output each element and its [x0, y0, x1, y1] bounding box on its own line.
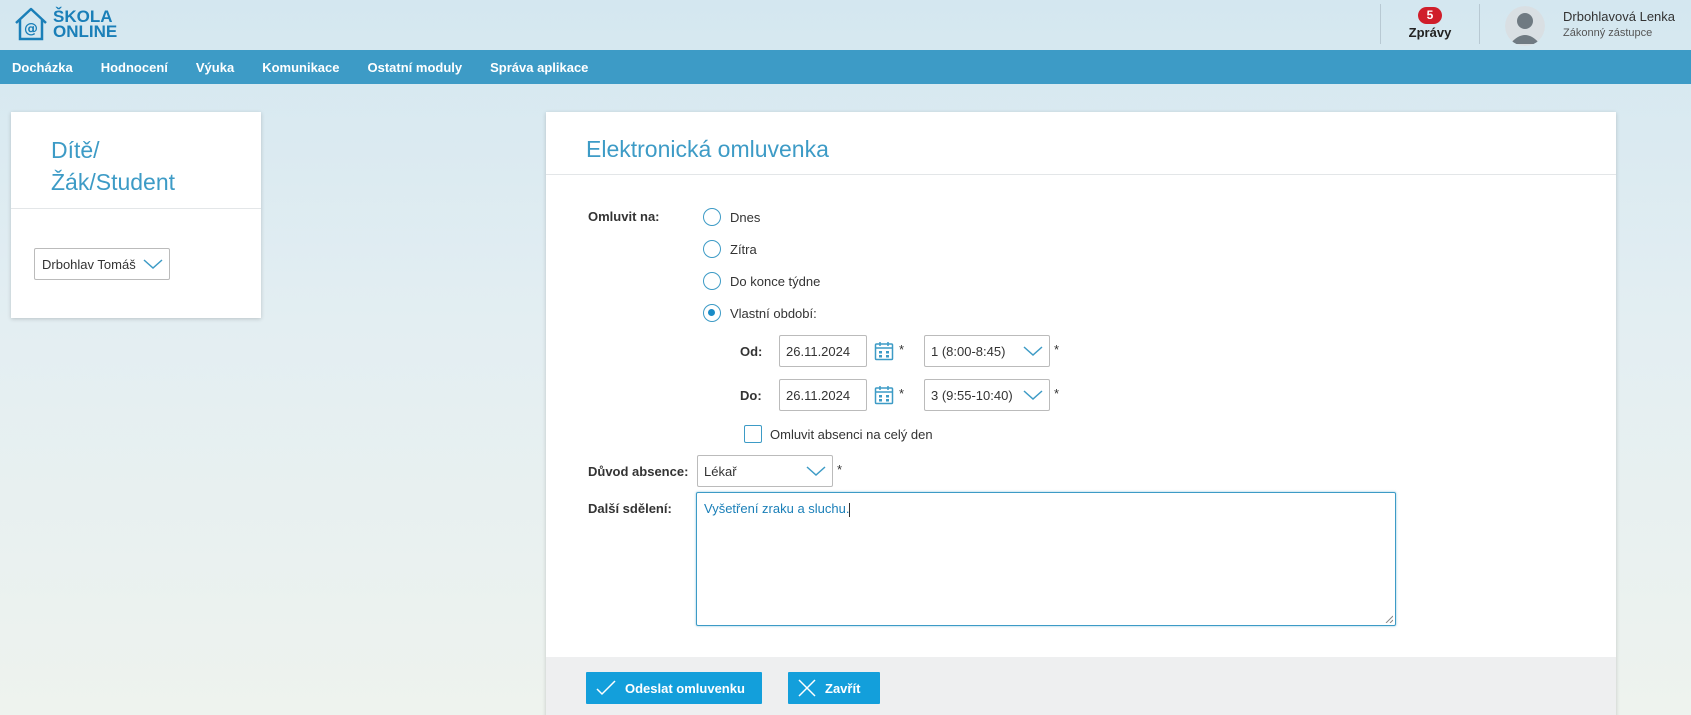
messages-count-badge: 5 — [1418, 7, 1442, 24]
radio-end-of-week[interactable]: Do konce týdne — [703, 272, 820, 290]
reason-label: Důvod absence: — [588, 464, 689, 479]
close-label: Zavřít — [825, 680, 861, 696]
nav-item-vyuka[interactable]: Výuka — [196, 60, 234, 75]
whole-day-label[interactable]: Omluvit absenci na celý den — [770, 427, 933, 442]
form-title: Elektronická omluvenka — [546, 112, 1616, 175]
chevron-down-icon — [1023, 346, 1043, 357]
to-date-value: 26.11.2024 — [786, 387, 851, 403]
child-select[interactable]: Drbohlav Tomáš — [34, 248, 170, 280]
messages-button[interactable]: 5 Zprávy — [1382, 6, 1478, 40]
from-date-value: 26.11.2024 — [786, 343, 851, 359]
checkmark-icon — [596, 680, 616, 696]
from-label: Od: — [740, 344, 763, 359]
radio-today[interactable]: Dnes — [703, 208, 760, 226]
form-footer: Odeslat omluvenku Zavřít — [546, 657, 1616, 715]
chevron-down-icon — [143, 259, 163, 270]
logo-line2: ONLINE — [53, 22, 118, 41]
from-date-input[interactable]: 26.11.2024 — [779, 335, 867, 367]
required-mark: * — [1054, 386, 1060, 401]
radio-end-of-week-circle[interactable] — [703, 272, 721, 290]
radio-custom-period[interactable]: Vlastní období: — [703, 304, 817, 322]
radio-custom-period-circle[interactable] — [703, 304, 721, 322]
from-lesson-value: 1 (8:00-8:45) — [931, 343, 1006, 359]
excuse-form-panel: Elektronická omluvenka Omluvit na: Dnes … — [546, 112, 1616, 715]
to-label: Do: — [740, 388, 762, 403]
app-header: @ ŠKOLA ONLINE 5 Zprávy Drbohlavová Lenk… — [0, 0, 1691, 50]
nav-item-dochazka[interactable]: Docházka — [12, 60, 73, 75]
required-mark: * — [899, 342, 905, 357]
child-panel-title: Dítě/ Žák/Student — [11, 112, 261, 209]
house-at-icon: @ — [15, 7, 47, 41]
close-icon — [798, 679, 816, 697]
required-mark: * — [837, 462, 843, 477]
child-selector-panel: Dítě/ Žák/Student Drbohlav Tomáš — [11, 112, 261, 318]
required-mark: * — [899, 386, 905, 401]
nav-item-sprava-aplikace[interactable]: Správa aplikace — [490, 60, 588, 75]
from-lesson-select[interactable]: 1 (8:00-8:45) — [924, 335, 1050, 367]
child-select-value: Drbohlav Tomáš — [42, 256, 136, 272]
radio-tomorrow[interactable]: Zítra — [703, 240, 757, 258]
text-cursor — [849, 502, 851, 517]
svg-text:@: @ — [24, 21, 38, 37]
reason-value: Lékař — [704, 463, 737, 479]
skola-online-logo[interactable]: @ ŠKOLA ONLINE — [13, 6, 117, 42]
submit-excuse-label: Odeslat omluvenku — [625, 680, 745, 696]
nav-item-ostatni-moduly[interactable]: Ostatní moduly — [368, 60, 463, 75]
main-navigation: Docházka Hodnocení Výuka Komunikace Osta… — [0, 50, 1691, 84]
messages-label: Zprávy — [1408, 25, 1452, 40]
whole-day-checkbox[interactable] — [744, 425, 762, 443]
radio-today-circle[interactable] — [703, 208, 721, 226]
to-lesson-select[interactable]: 3 (9:55-10:40) — [924, 379, 1050, 411]
reason-select[interactable]: Lékař — [697, 455, 833, 487]
chevron-down-icon — [806, 466, 826, 477]
to-lesson-value: 3 (9:55-10:40) — [931, 387, 1013, 403]
logo-text: ŠKOLA ONLINE — [53, 8, 118, 41]
note-textarea[interactable]: Vyšetření zraku a sluchu. — [696, 492, 1396, 626]
calendar-icon[interactable] — [874, 341, 894, 361]
resize-handle-icon[interactable] — [1385, 615, 1393, 623]
submit-excuse-button[interactable]: Odeslat omluvenku — [586, 672, 762, 704]
required-mark: * — [1054, 342, 1060, 357]
to-date-input[interactable]: 26.11.2024 — [779, 379, 867, 411]
user-name: Drbohlavová Lenka — [1563, 9, 1676, 24]
radio-tomorrow-label: Zítra — [730, 241, 757, 257]
excuse-for-label: Omluvit na: — [588, 209, 660, 224]
radio-custom-period-label: Vlastní období: — [730, 305, 817, 321]
chevron-down-icon — [1023, 390, 1043, 401]
radio-tomorrow-circle[interactable] — [703, 240, 721, 258]
header-divider — [1479, 4, 1480, 44]
nav-item-hodnoceni[interactable]: Hodnocení — [101, 60, 168, 75]
calendar-icon[interactable] — [874, 385, 894, 405]
note-text: Vyšetření zraku a sluchu. — [704, 501, 850, 516]
user-avatar-icon[interactable] — [1505, 6, 1545, 46]
radio-today-label: Dnes — [730, 209, 761, 225]
header-divider — [1380, 4, 1381, 44]
child-panel-title-line1: Dítě/ — [51, 137, 100, 163]
user-info[interactable]: Drbohlavová Lenka Zákonný zástupce — [1563, 9, 1675, 39]
note-label: Další sdělení: — [588, 501, 672, 516]
child-panel-title-line2: Žák/Student — [51, 169, 176, 195]
radio-end-of-week-label: Do konce týdne — [730, 273, 821, 289]
nav-item-komunikace[interactable]: Komunikace — [262, 60, 339, 75]
user-role: Zákonný zástupce — [1563, 27, 1653, 39]
close-button[interactable]: Zavřít — [788, 672, 880, 704]
